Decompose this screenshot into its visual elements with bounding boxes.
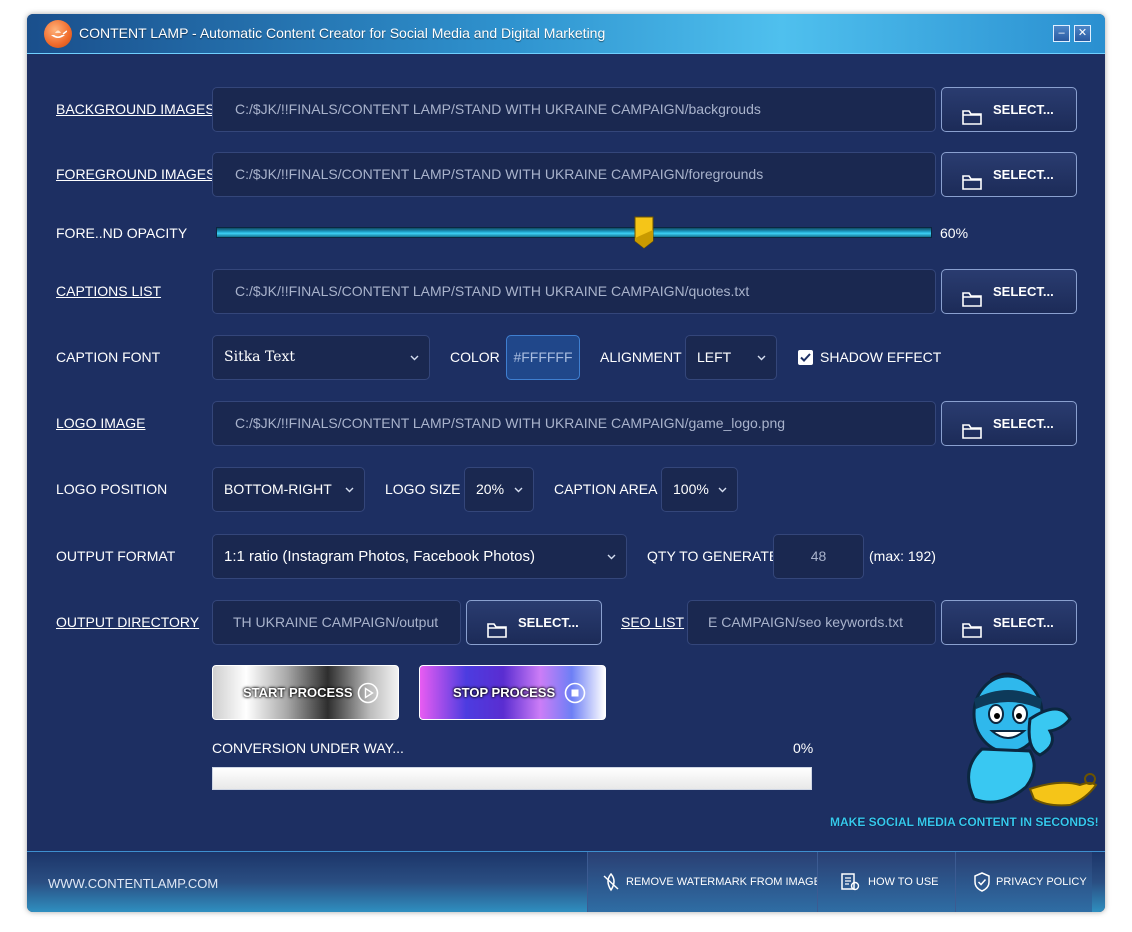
progress-status-text: CONVERSION UNDER WAY... — [212, 740, 404, 756]
captions-list-label[interactable]: CAPTIONS LIST — [56, 283, 161, 299]
logo-image-select-button[interactable]: SELECT... — [941, 401, 1077, 446]
stop-icon — [564, 682, 586, 709]
logo-position-label: LOGO POSITION — [56, 481, 168, 497]
chevron-down-icon — [410, 336, 419, 361]
logo-size-value: 20% — [476, 481, 505, 497]
select-button-label: SELECT... — [993, 615, 1054, 630]
select-button-label: SELECT... — [993, 102, 1054, 117]
background-images-label[interactable]: BACKGROUND IMAGES — [56, 101, 215, 117]
app-lamp-icon — [44, 20, 72, 48]
footer-bar: WWW.CONTENTLAMP.COM REMOVE WATERMARK FRO… — [27, 851, 1105, 912]
folder-icon — [487, 613, 507, 656]
title-bar[interactable]: CONTENT LAMP - Automatic Content Creator… — [27, 14, 1105, 54]
output-directory-label[interactable]: OUTPUT DIRECTORY — [56, 614, 199, 630]
seo-list-label[interactable]: SEO LIST — [621, 614, 684, 630]
remove-watermark-label: REMOVE WATERMARK FROM IMAGES — [626, 876, 829, 888]
foreground-images-label[interactable]: FOREGROUND IMAGES — [56, 166, 215, 182]
logo-image-label[interactable]: LOGO IMAGE — [56, 415, 145, 431]
shadow-effect-checkbox[interactable] — [798, 350, 813, 365]
chevron-down-icon — [607, 535, 616, 560]
output-format-dropdown[interactable]: 1:1 ratio (Instagram Photos, Facebook Ph… — [212, 534, 627, 579]
select-button-label: SELECT... — [993, 416, 1054, 431]
play-icon — [357, 682, 379, 709]
minimize-button[interactable]: – — [1053, 25, 1070, 42]
select-button-label: SELECT... — [993, 167, 1054, 182]
chevron-down-icon — [514, 468, 523, 493]
privacy-policy-label: PRIVACY POLICY — [996, 876, 1087, 888]
progress-percent: 0% — [793, 740, 814, 756]
caption-font-dropdown[interactable]: Sitka Text — [212, 335, 430, 380]
logo-size-label: LOGO SIZE — [385, 481, 461, 497]
website-link[interactable]: WWW.CONTENTLAMP.COM — [48, 876, 218, 891]
app-window: CONTENT LAMP - Automatic Content Creator… — [27, 14, 1105, 912]
caption-area-label: CAPTION AREA — [554, 481, 658, 497]
shield-icon — [973, 872, 991, 895]
check-icon — [800, 353, 811, 362]
caption-area-dropdown[interactable]: 100% — [661, 467, 738, 512]
output-format-label: OUTPUT FORMAT — [56, 548, 176, 564]
output-format-value: 1:1 ratio (Instagram Photos, Facebook Ph… — [224, 548, 535, 565]
remove-watermark-button[interactable]: REMOVE WATERMARK FROM IMAGES — [587, 852, 828, 912]
opacity-slider-thumb[interactable] — [634, 216, 654, 249]
how-to-use-icon — [840, 872, 860, 895]
opacity-value: 60% — [940, 225, 969, 241]
qty-to-generate-input[interactable]: 48 — [773, 534, 864, 579]
chevron-down-icon — [718, 468, 727, 493]
start-process-label: START PROCESS — [243, 685, 353, 700]
select-button-label: SELECT... — [518, 615, 579, 630]
privacy-policy-button[interactable]: PRIVACY POLICY — [955, 852, 1092, 912]
qty-to-generate-label: QTY TO GENERATE — [647, 548, 779, 564]
chevron-down-icon — [345, 468, 354, 493]
how-to-use-button[interactable]: HOW TO USE — [817, 852, 955, 912]
foreground-opacity-label: FORE..ND OPACITY — [56, 225, 188, 241]
logo-size-dropdown[interactable]: 20% — [464, 467, 534, 512]
caption-color-field[interactable]: #FFFFFF — [506, 335, 580, 380]
captions-list-select-button[interactable]: SELECT... — [941, 269, 1077, 314]
close-button[interactable]: ✕ — [1074, 25, 1091, 42]
folder-icon — [962, 613, 982, 656]
logo-position-dropdown[interactable]: BOTTOM-RIGHT — [212, 467, 365, 512]
shadow-effect-label[interactable]: SHADOW EFFECT — [820, 349, 941, 365]
how-to-use-label: HOW TO USE — [868, 876, 939, 888]
qty-max-text: (max: 192) — [869, 548, 936, 564]
watermark-icon — [601, 872, 621, 895]
logo-position-value: BOTTOM-RIGHT — [224, 481, 332, 497]
seo-list-select-button[interactable]: SELECT... — [941, 600, 1077, 645]
progress-bar — [212, 767, 812, 790]
alignment-dropdown[interactable]: LEFT — [685, 335, 777, 380]
output-directory-path-field[interactable]: TH UKRAINE CAMPAIGN/output — [212, 600, 461, 645]
alignment-label: ALIGNMENT — [600, 349, 682, 365]
seo-list-path-field[interactable]: E CAMPAIGN/seo keywords.txt — [687, 600, 936, 645]
stop-process-button[interactable]: STOP PROCESS — [419, 665, 606, 720]
foreground-images-select-button[interactable]: SELECT... — [941, 152, 1077, 197]
genie-mascot — [930, 659, 1100, 819]
background-images-path-field[interactable]: C:/$JK/!!FINALS/CONTENT LAMP/STAND WITH … — [212, 87, 936, 132]
folder-icon — [962, 100, 982, 143]
start-process-button[interactable]: START PROCESS — [212, 665, 399, 720]
background-images-select-button[interactable]: SELECT... — [941, 87, 1077, 132]
color-label: COLOR — [450, 349, 500, 365]
captions-list-path-field[interactable]: C:/$JK/!!FINALS/CONTENT LAMP/STAND WITH … — [212, 269, 936, 314]
folder-icon — [962, 282, 982, 325]
stop-process-label: STOP PROCESS — [453, 685, 556, 700]
opacity-slider-track[interactable] — [216, 227, 932, 238]
folder-icon — [962, 414, 982, 457]
foreground-images-path-field[interactable]: C:/$JK/!!FINALS/CONTENT LAMP/STAND WITH … — [212, 152, 936, 197]
caption-area-value: 100% — [673, 481, 709, 497]
alignment-value: LEFT — [697, 349, 732, 365]
tagline: MAKE SOCIAL MEDIA CONTENT IN SECONDS! — [830, 815, 1099, 829]
caption-font-value: Sitka Text — [224, 349, 296, 365]
logo-image-path-field[interactable]: C:/$JK/!!FINALS/CONTENT LAMP/STAND WITH … — [212, 401, 936, 446]
output-directory-select-button[interactable]: SELECT... — [466, 600, 602, 645]
folder-icon — [962, 165, 982, 208]
select-button-label: SELECT... — [993, 284, 1054, 299]
window-title: CONTENT LAMP - Automatic Content Creator… — [79, 25, 606, 41]
caption-font-label: CAPTION FONT — [56, 349, 161, 365]
chevron-down-icon — [757, 336, 766, 361]
